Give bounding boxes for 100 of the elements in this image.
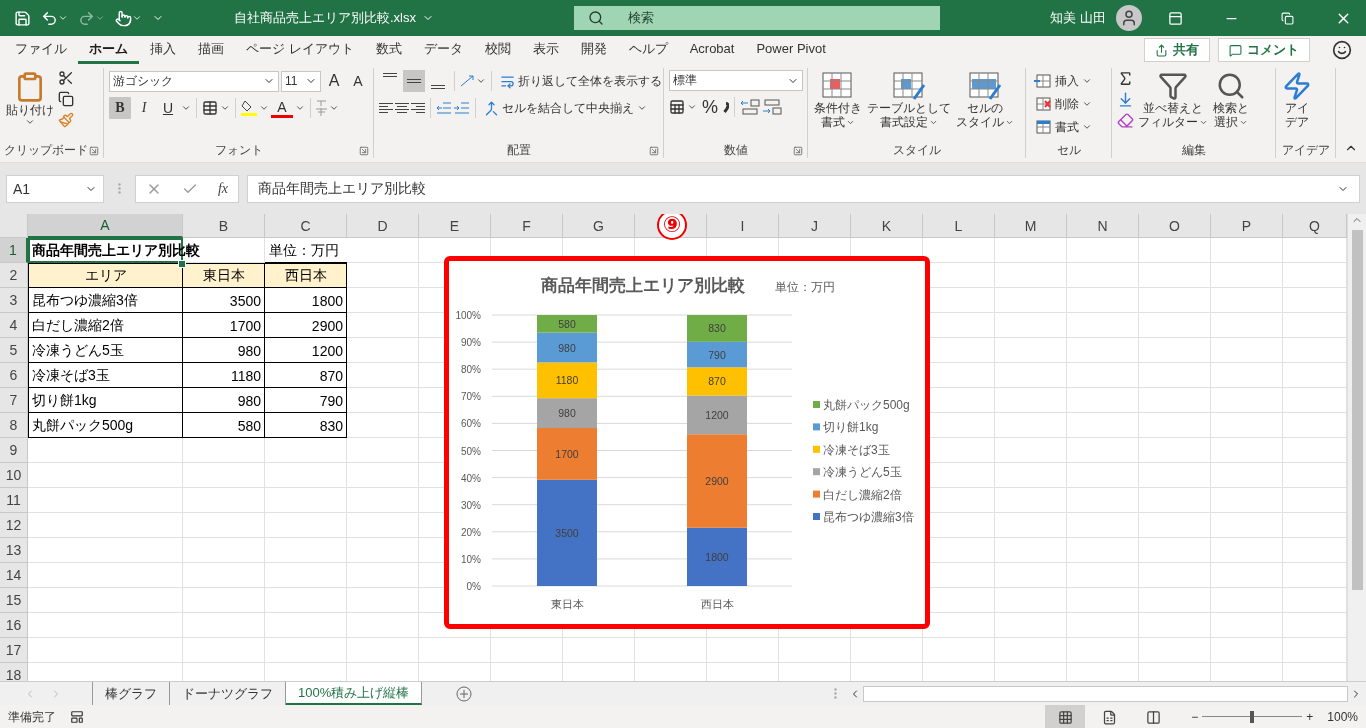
editing-button[interactable]: 検索と 選択 xyxy=(1212,70,1250,130)
menu-tab[interactable]: ページ レイアウト xyxy=(235,36,365,64)
dialog-launcher-icon[interactable] xyxy=(89,146,99,156)
horizontal-scrollbar[interactable] xyxy=(863,685,1348,702)
bold-button[interactable]: B xyxy=(109,97,131,119)
merge-center-button[interactable]: セルを結合して中央揃え xyxy=(481,97,650,119)
menu-tab[interactable]: Power Pivot xyxy=(745,36,837,64)
vertical-align-button[interactable] xyxy=(403,70,425,92)
column-header[interactable]: J xyxy=(779,214,851,238)
row-header[interactable]: 17 xyxy=(0,638,28,663)
cells-button[interactable]: 削除 xyxy=(1031,93,1095,115)
decrease-decimal-icon[interactable] xyxy=(762,99,782,115)
column-header[interactable]: K xyxy=(851,214,923,238)
row-header[interactable]: 2 xyxy=(0,263,28,288)
dialog-launcher-icon[interactable] xyxy=(793,146,803,156)
border-icon[interactable] xyxy=(202,100,218,116)
column-header[interactable]: A xyxy=(28,214,183,238)
share-button[interactable]: 共有 xyxy=(1144,38,1210,62)
vertical-scrollbar[interactable] xyxy=(1347,214,1366,681)
caret-icon[interactable] xyxy=(220,103,230,113)
shrink-font-button[interactable]: A xyxy=(347,70,369,92)
normal-view-icon[interactable] xyxy=(1057,709,1073,725)
row-header[interactable]: 4 xyxy=(0,313,28,338)
scissors-icon[interactable] xyxy=(58,70,74,86)
column-header[interactable]: P xyxy=(1211,214,1283,238)
sheet-tab[interactable]: 100%積み上げ縦棒 xyxy=(286,682,423,705)
align-left-icon[interactable] xyxy=(379,103,393,113)
caret-icon[interactable] xyxy=(1082,122,1092,132)
comment-button[interactable]: コメント xyxy=(1218,38,1310,62)
fill-down-icon[interactable] xyxy=(1117,91,1134,108)
italic-button[interactable]: I xyxy=(133,97,155,119)
column-header[interactable]: G xyxy=(563,214,635,238)
editing-button[interactable]: 並べ替えと フィルター xyxy=(1137,70,1209,130)
dialog-launcher-icon[interactable] xyxy=(649,146,659,156)
caret-icon[interactable] xyxy=(637,103,647,113)
menu-tab[interactable]: 挿入 xyxy=(139,36,187,64)
style-button[interactable]: セルの スタイル xyxy=(955,70,1015,130)
ideas-button[interactable]: アイ デア xyxy=(1281,70,1313,130)
caret-icon[interactable] xyxy=(687,102,697,112)
row-header[interactable]: 12 xyxy=(0,513,28,538)
menu-tab[interactable]: 開発 xyxy=(569,36,618,64)
row-header[interactable]: 7 xyxy=(0,388,28,413)
style-button[interactable]: 条件付き 書式 xyxy=(813,70,863,130)
touch-mode-icon[interactable] xyxy=(115,9,142,27)
row-header[interactable]: 3 xyxy=(0,288,28,313)
menu-tab[interactable]: 表示 xyxy=(521,36,570,64)
zoom-out-button[interactable]: − xyxy=(1191,710,1199,724)
caret-icon[interactable] xyxy=(476,76,486,86)
column-header[interactable]: D xyxy=(347,214,419,238)
row-header[interactable]: 1 xyxy=(0,238,28,263)
column-header[interactable]: I xyxy=(707,214,779,238)
fill-color-icon[interactable] xyxy=(241,100,257,116)
cells-button[interactable]: 挿入 xyxy=(1031,70,1095,92)
menu-tab[interactable]: 校閲 xyxy=(473,36,522,64)
number-format-field[interactable]: 標準 xyxy=(669,70,803,91)
menu-tab[interactable]: 数式 xyxy=(364,36,413,64)
menu-tab[interactable]: ヘルプ xyxy=(617,36,679,64)
font-size-field[interactable]: 11 xyxy=(281,70,321,92)
smiley-icon[interactable] xyxy=(1332,40,1352,60)
row-header[interactable]: 15 xyxy=(0,588,28,613)
row-header[interactable]: 18 xyxy=(0,663,28,681)
zoom-thumb[interactable] xyxy=(1250,711,1255,723)
row-header[interactable]: 16 xyxy=(0,613,28,638)
zoom-in-button[interactable]: + xyxy=(1306,710,1314,724)
style-button[interactable]: テーブルとして 書式設定 xyxy=(866,70,952,130)
column-header[interactable]: N xyxy=(1067,214,1139,238)
font-name-field[interactable]: 游ゴシック xyxy=(109,70,279,92)
caret-icon[interactable] xyxy=(25,117,35,127)
row-header[interactable]: 13 xyxy=(0,538,28,563)
caret-icon[interactable] xyxy=(1082,99,1092,109)
row-header[interactable]: 6 xyxy=(0,363,28,388)
column-header[interactable]: E xyxy=(419,214,491,238)
insert-function-button[interactable]: fx xyxy=(217,180,228,197)
increase-decimal-icon[interactable] xyxy=(740,99,760,115)
name-box[interactable]: A1 xyxy=(6,174,104,203)
menu-tab[interactable]: 描画 xyxy=(187,36,235,64)
orientation-icon[interactable] xyxy=(460,75,474,87)
caret-icon[interactable] xyxy=(1082,76,1092,86)
column-header[interactable]: F xyxy=(491,214,563,238)
row-header[interactable]: 10 xyxy=(0,463,28,488)
fill-handle[interactable] xyxy=(178,260,186,268)
row-header[interactable]: 5 xyxy=(0,338,28,363)
column-header[interactable]: O xyxy=(1139,214,1211,238)
redo-icon[interactable] xyxy=(78,9,105,27)
caret-icon[interactable] xyxy=(259,103,269,113)
underline-button[interactable]: U xyxy=(157,97,179,119)
column-header[interactable]: Q xyxy=(1283,214,1347,238)
add-sheet-icon[interactable] xyxy=(456,685,473,702)
undo-icon[interactable] xyxy=(41,9,68,27)
grow-font-button[interactable]: A xyxy=(323,70,345,92)
increase-indent-icon[interactable] xyxy=(454,102,470,114)
format-painter-icon[interactable] xyxy=(58,112,74,128)
row-header[interactable]: 9 xyxy=(0,438,28,463)
search-field[interactable]: 検索 xyxy=(574,6,940,30)
caret-icon[interactable] xyxy=(181,103,191,113)
furigana-icon[interactable] xyxy=(316,100,327,116)
align-right-icon[interactable] xyxy=(411,103,425,113)
column-header[interactable]: B xyxy=(183,214,265,238)
decrease-indent-icon[interactable] xyxy=(436,102,452,114)
row-header[interactable]: 8 xyxy=(0,413,28,438)
